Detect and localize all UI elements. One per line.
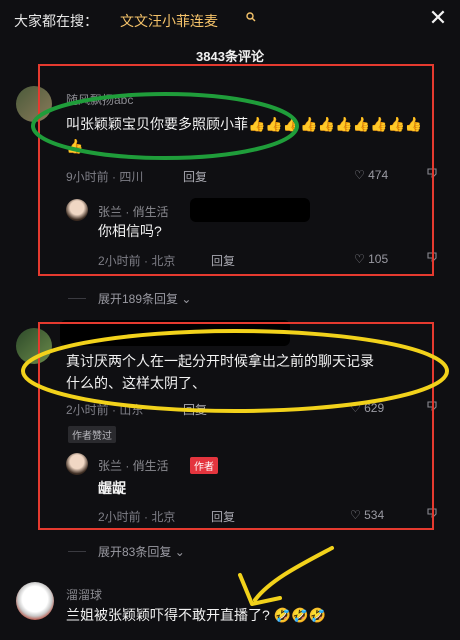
yellow-arrow-shaft (253, 546, 334, 602)
annotation-overlay (21, 92, 449, 606)
yellow-ellipse-annotation (21, 329, 449, 413)
green-ellipse-annotation (31, 92, 299, 160)
